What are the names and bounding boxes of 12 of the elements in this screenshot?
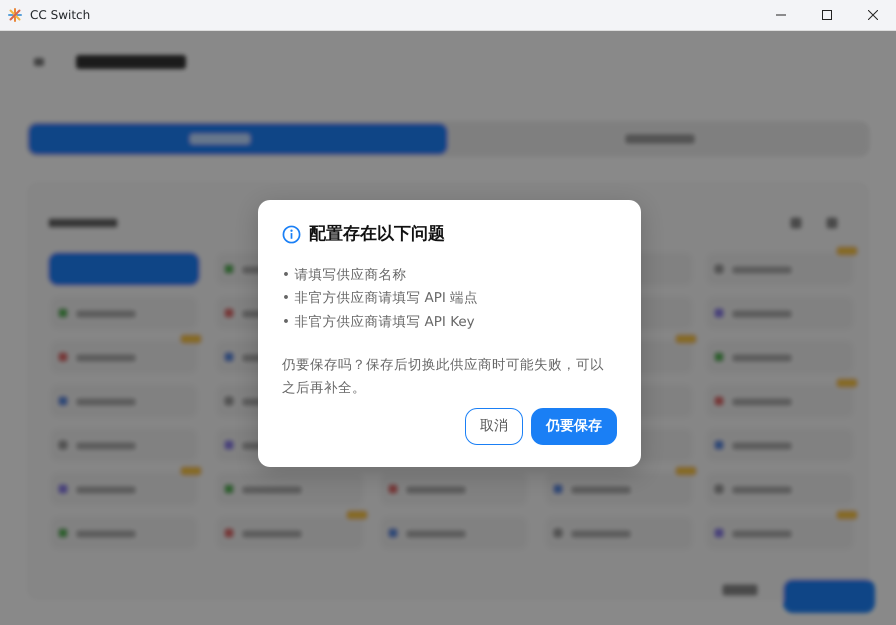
window-title: CC Switch (30, 7, 90, 24)
issue-item: • 非官方供应商请填写 API 端点 (282, 289, 480, 308)
cancel-button[interactable]: 取消 (465, 408, 523, 445)
app-logo-icon (8, 8, 22, 22)
info-icon (282, 225, 301, 244)
issue-item: • 非官方供应商请填写 API Key (282, 312, 476, 332)
dialog-message: 仍要保存吗？保存后切换此供应商时可能失败，可以之后再补全。 (282, 356, 605, 398)
maximize-icon (822, 10, 832, 20)
close-icon (868, 10, 878, 20)
dialog-title: 配置存在以下问题 (309, 223, 445, 246)
save-anyway-button[interactable]: 仍要保存 (531, 408, 617, 445)
issue-item: • 请填写供应商名称 (282, 266, 408, 284)
